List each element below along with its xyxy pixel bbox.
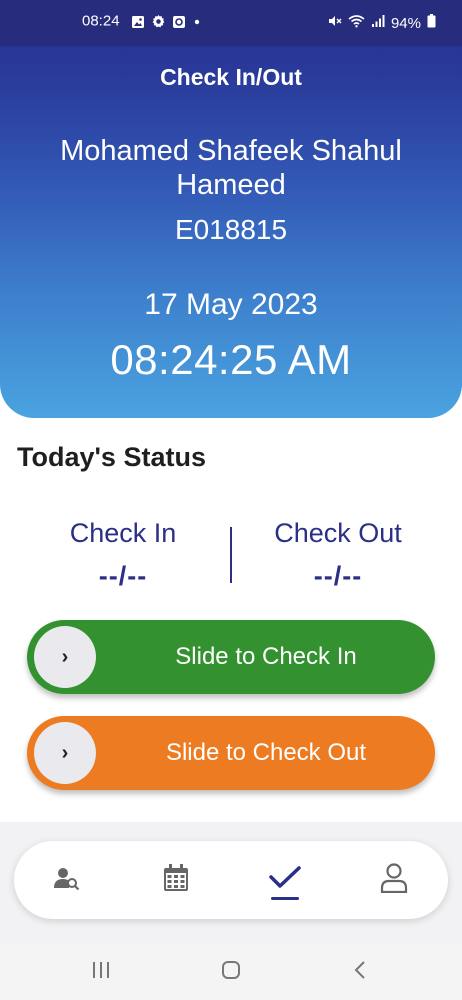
home-icon <box>221 960 241 985</box>
battery-percent: 94% <box>390 14 421 32</box>
wifi-icon <box>348 14 365 32</box>
check-out-slider-label: Slide to Check Out <box>165 739 367 766</box>
status-bar: 08:24 94% <box>0 0 462 46</box>
user-name: Mohamed Shafeek Shahul Hameed <box>60 135 402 201</box>
chevron-right-icon: › <box>61 645 69 668</box>
status-right-icons: 94% <box>328 14 436 32</box>
gallery-icon <box>131 15 145 33</box>
recents-icon <box>91 961 111 984</box>
profile-icon <box>380 862 408 898</box>
current-time: 08:24:25 AM <box>110 336 352 383</box>
check-in-slider-handle[interactable]: › <box>34 626 96 688</box>
status-left-icons <box>131 14 202 33</box>
check-in-value: --/-- <box>98 561 148 591</box>
signal-icon <box>371 14 385 32</box>
nav-profile[interactable] <box>364 841 424 919</box>
dot-icon <box>192 15 202 33</box>
check-out-slider-handle[interactable]: › <box>34 722 96 784</box>
slide-to-check-in[interactable]: › Slide to Check In <box>27 620 435 694</box>
status-divider <box>230 527 232 583</box>
battery-icon <box>427 14 436 32</box>
nav-check-in-out[interactable] <box>255 841 315 919</box>
status-time: 08:24 <box>82 12 120 30</box>
slide-to-check-out[interactable]: › Slide to Check Out <box>27 716 435 790</box>
current-date: 17 May 2023 <box>144 288 318 321</box>
calendar-icon <box>163 863 189 897</box>
check-in-label: Check In <box>69 518 177 548</box>
status-heading: Today's Status <box>17 442 206 472</box>
chevron-right-icon: › <box>61 741 69 764</box>
check-icon <box>269 865 301 896</box>
nav-user-search[interactable] <box>37 841 97 919</box>
header-panel: 08:24 94% Check In/Out Mohamed Shafeek S… <box>0 0 462 418</box>
check-out-label: Check Out <box>274 518 402 548</box>
check-out-status: Check Out --/-- <box>238 518 438 592</box>
nav-active-indicator <box>271 897 299 900</box>
check-out-value: --/-- <box>313 561 363 591</box>
back-icon <box>353 960 367 985</box>
home-button[interactable] <box>211 958 251 986</box>
recents-button[interactable] <box>81 958 121 986</box>
back-button[interactable] <box>340 958 380 986</box>
employee-id: E018815 <box>174 214 288 245</box>
bottom-nav <box>14 841 448 919</box>
settings-icon <box>151 14 166 33</box>
nav-calendar[interactable] <box>146 841 206 919</box>
system-nav-bar <box>0 944 462 1000</box>
check-in-status: Check In --/-- <box>23 518 223 592</box>
check-in-slider-label: Slide to Check In <box>175 643 357 670</box>
app-icon <box>172 15 186 33</box>
page-title: Check In/Out <box>160 64 302 90</box>
user-search-icon <box>54 866 80 895</box>
mute-icon <box>328 14 342 32</box>
